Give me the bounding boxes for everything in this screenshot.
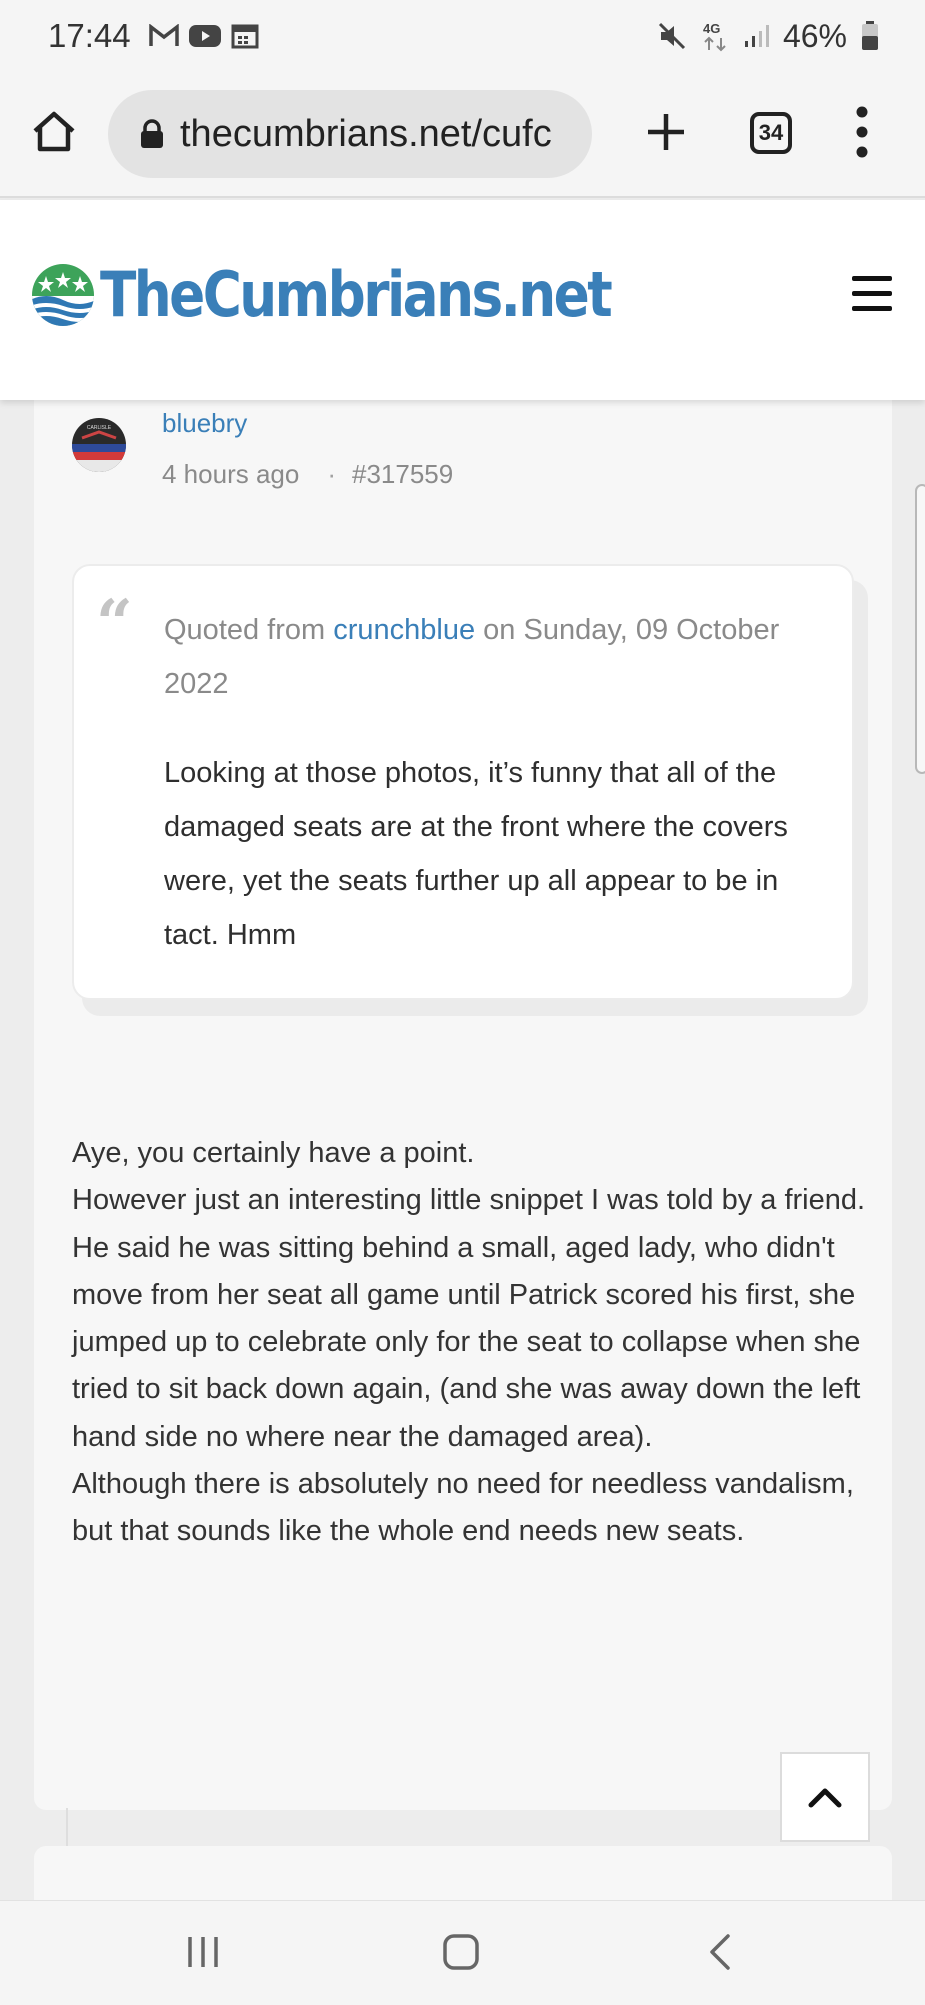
address-bar[interactable]: thecumbrians.net/cufc — [108, 90, 592, 178]
gmail-icon — [148, 24, 179, 48]
browser-menu-button[interactable] — [856, 106, 868, 158]
quoted-user-link[interactable]: crunchblue — [333, 614, 475, 646]
chevron-up-icon — [808, 1788, 842, 1808]
calendar-icon — [231, 23, 259, 49]
divider — [66, 1808, 68, 1848]
status-time: 17:44 — [48, 17, 131, 54]
network-icon: 4G — [701, 20, 729, 52]
back-chevron-icon — [710, 1934, 730, 1970]
post-id-link[interactable]: #317559 — [352, 459, 453, 490]
tab-switcher-button[interactable]: 34 — [750, 112, 792, 154]
quote-prefix: Quoted from — [164, 614, 334, 646]
next-post-card — [34, 1846, 892, 1906]
home-icon — [33, 111, 75, 152]
home-square-icon — [443, 1934, 479, 1970]
site-logo[interactable]: TheCumbrians.net — [30, 258, 693, 331]
post-time: 4 hours ago — [162, 459, 300, 489]
post-paragraph: He said he was sitting behind a small, a… — [72, 1231, 861, 1453]
browser-toolbar: thecumbrians.net/cufc 34 — [0, 72, 925, 198]
post-paragraph: Although there is absolutely no need for… — [72, 1468, 854, 1548]
logo-emblem-icon — [32, 263, 94, 326]
user-avatar-icon: CARLISLE — [72, 418, 126, 472]
site-menu-button[interactable] — [852, 276, 892, 312]
signal-icon — [743, 23, 769, 49]
avatar[interactable]: CARLISLE — [72, 418, 126, 472]
lock-icon — [141, 119, 163, 148]
hamburger-icon — [852, 276, 892, 281]
status-bar: 17:44 4G 46% — [0, 0, 925, 72]
svg-text:4G: 4G — [703, 21, 720, 36]
system-nav-bar — [0, 1900, 925, 2005]
quote-icon: “ — [96, 586, 133, 661]
svg-text:CARLISLE: CARLISLE — [87, 425, 112, 431]
post-meta: 4 hours ago · #317559 — [162, 459, 453, 490]
home-button[interactable] — [30, 108, 78, 156]
site-logo-text: TheCumbrians.net — [100, 258, 613, 331]
back-to-top-button[interactable] — [780, 1752, 870, 1842]
post-author-link[interactable]: bluebry — [162, 408, 247, 439]
post-body: Aye, you certainly have a point. However… — [72, 1130, 872, 1556]
quote-attribution: Quoted from crunchblue on Sunday, 09 Oct… — [164, 603, 784, 711]
url-text: thecumbrians.net/cufc — [180, 112, 552, 155]
system-home-button[interactable] — [442, 1933, 480, 1971]
meta-separator: · — [327, 459, 336, 489]
site-header: TheCumbrians.net — [0, 200, 925, 400]
post-paragraph: However just an interesting little snipp… — [72, 1184, 866, 1217]
battery-icon — [861, 21, 879, 51]
youtube-icon — [188, 24, 221, 48]
scrollbar[interactable] — [915, 484, 925, 774]
system-back-button[interactable] — [706, 1933, 736, 1971]
battery-percent: 46% — [782, 17, 847, 54]
recents-icon — [188, 1937, 218, 1967]
more-vert-icon — [856, 106, 868, 158]
mute-icon — [657, 21, 687, 51]
new-tab-button[interactable] — [642, 108, 690, 156]
post-paragraph: Aye, you certainly have a point. — [72, 1137, 475, 1169]
quote-text: Looking at those photos, it’s funny that… — [164, 757, 788, 951]
plus-icon — [648, 114, 684, 150]
recent-apps-button[interactable] — [186, 1935, 220, 1969]
